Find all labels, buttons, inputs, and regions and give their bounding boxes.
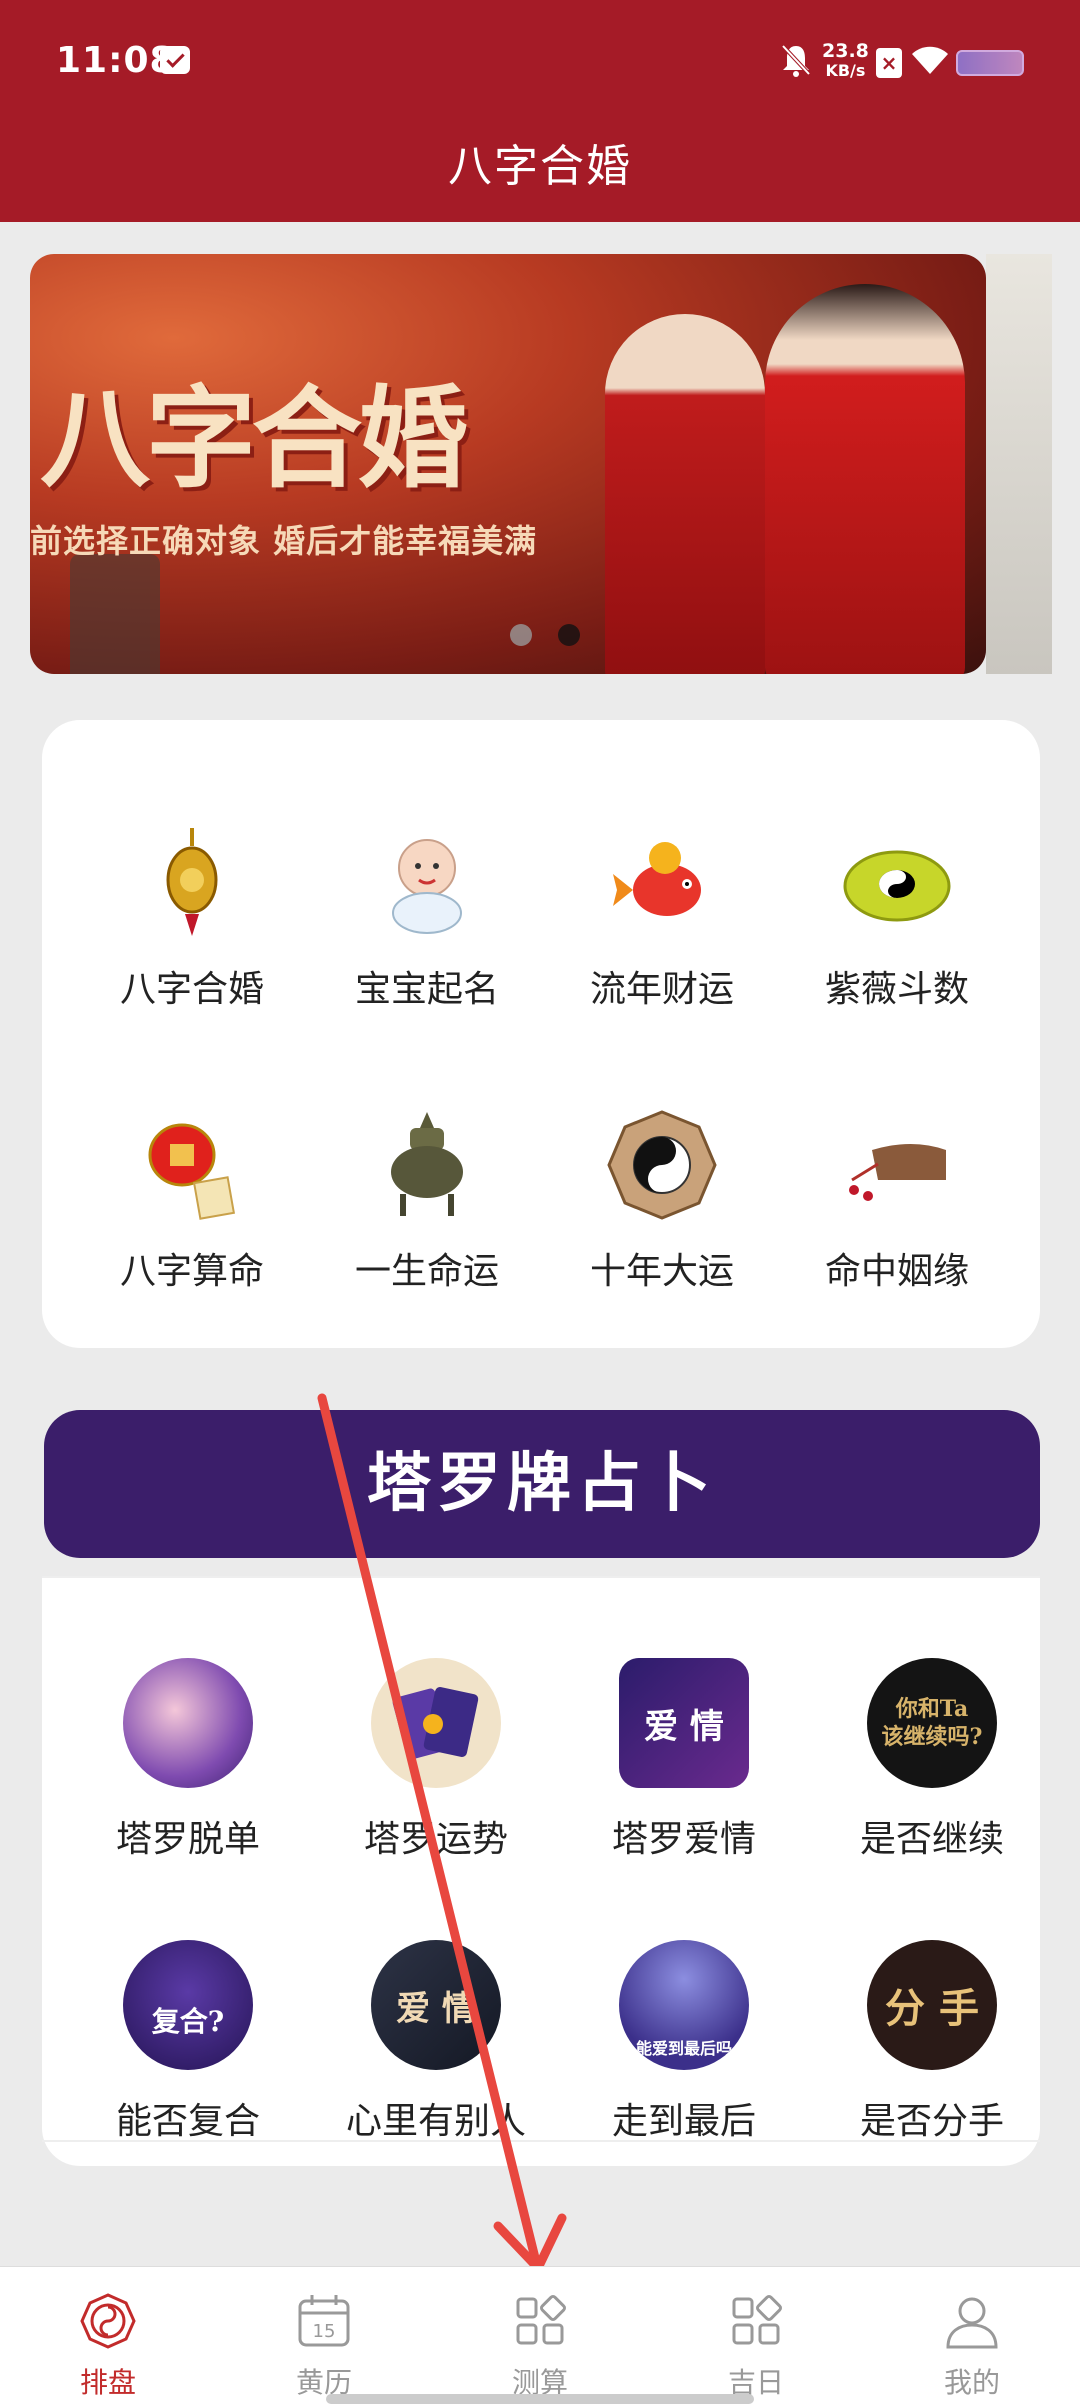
tab-paipan[interactable]: 排盘 — [0, 2267, 216, 2408]
divider — [42, 1576, 1040, 1578]
calendar-day-number: 15 — [313, 2321, 336, 2342]
banner-title: 八字合婚 — [40, 374, 468, 503]
services-card: 八字合婚 宝宝起名 流年财运 紫薇斗数 八字算命 一生命运 十年大运 命中姻缘 — [42, 720, 1040, 1348]
tab-calculate[interactable]: 测算 — [432, 2267, 648, 2408]
service-baby-naming[interactable]: 宝宝起名 — [327, 828, 527, 1012]
baby-icon — [392, 839, 462, 934]
app-header: 11:08 23.8 KB/s × 八字合婚 — [0, 0, 1080, 222]
tab-mine[interactable]: 我的 — [864, 2267, 1080, 2408]
page-title: 八字合婚 — [448, 141, 632, 192]
love-cards-icon: 爱 情 — [619, 1658, 749, 1788]
bagua-plate-icon — [843, 850, 951, 922]
yin-yang-icon — [607, 1110, 717, 1220]
tarot-fortune[interactable]: 塔罗运势 — [336, 1658, 536, 1862]
tarot-continue[interactable]: 你和Ta 该继续吗? 是否继续 — [832, 1658, 1032, 1862]
status-time: 11:08 — [56, 40, 176, 81]
comb-icon — [849, 1144, 946, 1201]
tarot-till-the-end[interactable]: 能爱到最后吗 走到最后 — [584, 1940, 784, 2144]
grid-icon — [516, 2295, 566, 2345]
tarot-get-out-single[interactable]: 塔罗脱单 — [88, 1658, 288, 1862]
wifi-icon — [912, 46, 948, 74]
tab-auspicious-day[interactable]: 吉日 — [648, 2267, 864, 2408]
lucky-fish-icon — [613, 842, 701, 916]
tarot-someone-else[interactable]: 爱 情 心里有别人 — [336, 1940, 536, 2144]
moon-woman-icon — [123, 1658, 253, 1788]
user-icon — [946, 2297, 998, 2349]
calendar-icon: 15 — [298, 2295, 350, 2347]
service-yearly-fortune[interactable]: 流年财运 — [562, 828, 762, 1012]
breakup-icon: 分 手 — [867, 1940, 997, 2070]
continue-icon: 你和Ta 该继续吗? — [867, 1658, 997, 1788]
tarot-reunion[interactable]: 复合? 能否复合 — [88, 1940, 288, 2144]
tarot-breakup[interactable]: 分 手 是否分手 — [832, 1940, 1032, 2144]
gong-ornament-icon — [166, 828, 218, 936]
reunion-icon: 复合? — [123, 1940, 253, 2070]
home-indicator[interactable] — [326, 2394, 754, 2404]
incense-burner-icon — [391, 1112, 463, 1216]
tarot-cards-illustration — [392, 1687, 479, 1760]
tarot-cards-icon — [371, 1658, 501, 1788]
service-ziwei-doushu[interactable]: 紫薇斗数 — [797, 828, 997, 1012]
tab-almanac[interactable]: 15 黄历 — [216, 2267, 432, 2408]
service-bazi-suanming[interactable]: 八字算命 — [92, 1110, 292, 1294]
someone-else-icon: 爱 情 — [371, 1940, 501, 2070]
status-bar: 11:08 23.8 KB/s × — [0, 0, 1080, 125]
mute-bell-icon — [781, 44, 811, 77]
tarot-love[interactable]: 爱 情 塔罗爱情 — [584, 1658, 784, 1862]
tarot-card: 塔罗脱单 塔罗运势 爱 情 塔罗爱情 你和Ta 该继续吗? 是否继续 复合? 能… — [42, 1576, 1040, 2166]
divider — [42, 2140, 1040, 2142]
groom-illustration — [765, 284, 965, 674]
sim-disabled-icon: × — [876, 48, 902, 78]
service-marriage-fate[interactable]: 命中姻缘 — [797, 1110, 997, 1294]
message-notification-icon — [160, 46, 190, 74]
bottom-navigation: 排盘 15 黄历 测算 吉日 我的 — [0, 2266, 1080, 2408]
next-banner-peek[interactable] — [986, 254, 1052, 674]
carousel-dot — [510, 624, 532, 646]
promo-banner[interactable]: 八字合婚 前选择正确对象 婚后才能幸福美满 — [30, 254, 986, 674]
service-lifetime-destiny[interactable]: 一生命运 — [327, 1110, 527, 1294]
banner-subtitle: 前选择正确对象 婚后才能幸福美满 — [30, 522, 538, 560]
red-lantern-icon — [148, 1123, 236, 1220]
grid-icon — [732, 2295, 782, 2345]
service-ten-year-luck[interactable]: 十年大运 — [562, 1110, 762, 1294]
paipan-icon — [80, 2293, 136, 2349]
stone-lantern-image — [70, 554, 160, 674]
carousel-dot-active — [558, 624, 580, 646]
service-bazi-hehun[interactable]: 八字合婚 — [92, 828, 292, 1012]
battery-icon — [956, 50, 1024, 76]
bride-illustration — [605, 314, 765, 674]
couple-icon: 能爱到最后吗 — [619, 1940, 749, 2070]
tarot-section-header: 塔罗牌占卜 — [44, 1410, 1040, 1558]
network-speed: 23.8 KB/s — [822, 40, 869, 81]
